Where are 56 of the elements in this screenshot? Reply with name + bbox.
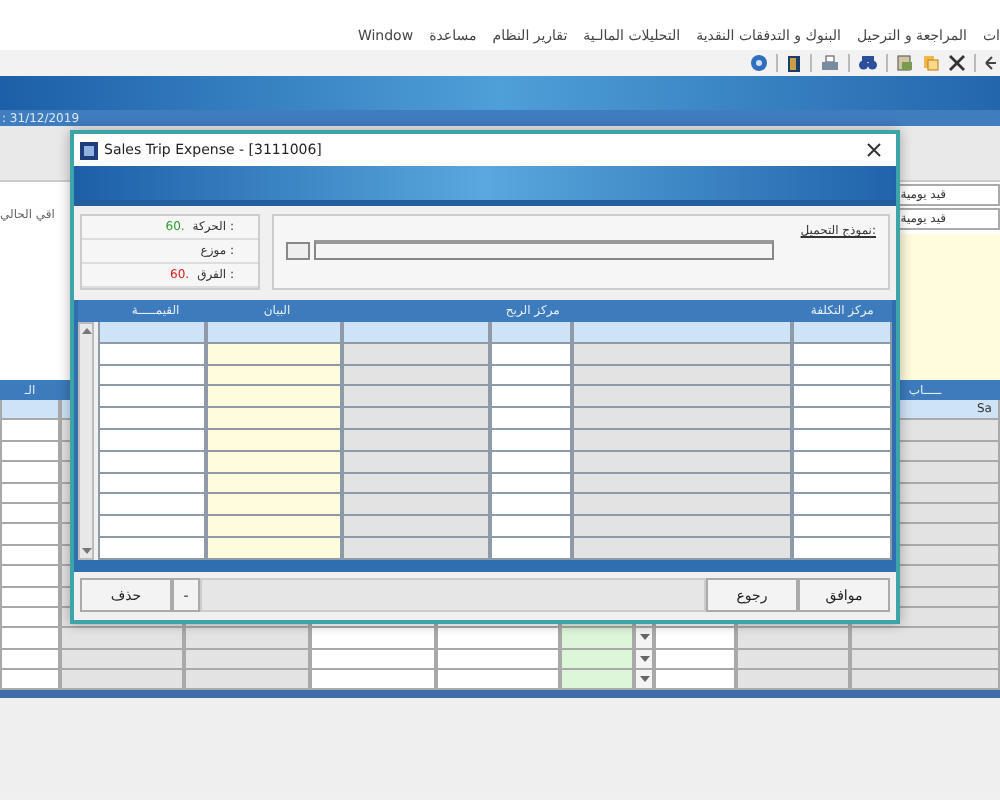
table-cell (184, 649, 310, 671)
table-cell (654, 670, 736, 691)
table-cell (184, 628, 310, 650)
grid-row[interactable] (98, 537, 892, 560)
table-cell (0, 670, 60, 691)
scroll-up-icon[interactable] (81, 328, 91, 334)
table-cell (654, 649, 736, 671)
app-icon (80, 141, 98, 159)
template-field[interactable] (314, 240, 774, 260)
table-cell (0, 628, 60, 650)
grid-row[interactable] (98, 408, 892, 430)
table-cell (654, 628, 736, 650)
browse-button[interactable] (286, 241, 310, 259)
table-cell (0, 607, 60, 629)
arrow-icon[interactable] (984, 54, 996, 72)
door-icon[interactable] (786, 53, 802, 73)
dropdown-button[interactable] (634, 670, 654, 691)
caret-icon (639, 676, 649, 683)
grid-row[interactable] (98, 322, 892, 344)
caret-icon (639, 634, 649, 641)
table-cell (436, 670, 560, 691)
table-cell (560, 649, 634, 671)
table-cell (560, 670, 634, 691)
table-cell (0, 649, 60, 671)
table-cell (436, 649, 560, 671)
grid-row[interactable] (98, 451, 892, 474)
table-cell (60, 670, 184, 691)
table-cell (310, 628, 436, 650)
table-cell (436, 628, 560, 650)
scrollbar[interactable] (78, 322, 94, 560)
paste-icon[interactable] (922, 54, 940, 72)
close-icon[interactable] (948, 54, 966, 72)
grid-row[interactable] (98, 473, 892, 495)
table-cell (736, 649, 850, 671)
dropdown-button[interactable] (634, 649, 654, 671)
search-icon[interactable] (858, 54, 878, 72)
help-icon[interactable] (750, 54, 768, 72)
grid-row[interactable] (98, 429, 892, 452)
document-icon[interactable] (896, 54, 914, 72)
table-cell (60, 628, 184, 650)
dropdown-button[interactable] (634, 628, 654, 650)
grid-row[interactable] (98, 516, 892, 538)
caret-icon (639, 655, 649, 662)
table-cell (60, 649, 184, 671)
table-cell (310, 670, 436, 691)
table-cell (310, 649, 436, 671)
table-cell (736, 628, 850, 650)
grid-row[interactable] (98, 386, 892, 409)
grid-row[interactable] (98, 343, 892, 366)
grid-row[interactable] (98, 494, 892, 517)
close-icon[interactable] (866, 142, 882, 158)
printer-icon[interactable] (820, 54, 840, 72)
table-cell (560, 628, 634, 650)
table-cell (184, 670, 310, 691)
grid-row[interactable] (98, 365, 892, 387)
table-cell (736, 670, 850, 691)
